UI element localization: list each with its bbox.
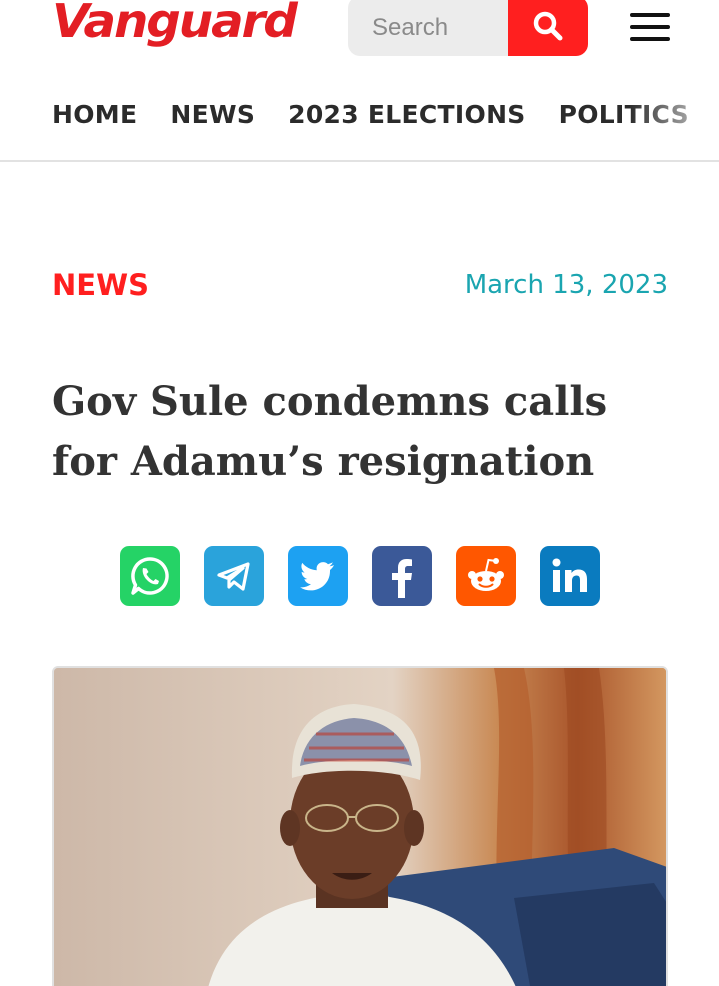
menu-line bbox=[630, 37, 670, 41]
search-input[interactable] bbox=[348, 0, 508, 56]
twitter-icon bbox=[300, 562, 334, 591]
hamburger-menu-icon[interactable] bbox=[630, 13, 670, 41]
share-buttons bbox=[120, 546, 624, 606]
telegram-icon bbox=[217, 562, 250, 591]
nav-item-2023-elections[interactable]: 2023 ELECTIONS bbox=[288, 100, 525, 129]
share-whatsapp-button[interactable] bbox=[120, 546, 180, 606]
article-date: March 13, 2023 bbox=[464, 270, 668, 300]
nav-scroll-fade bbox=[629, 100, 719, 140]
article-headline: Gov Sule condemns calls for Adamu’s resi… bbox=[52, 378, 608, 485]
menu-line bbox=[630, 25, 670, 29]
vanguard-logo[interactable]: Vanguard bbox=[52, 0, 298, 48]
article-category[interactable]: NEWS bbox=[52, 268, 149, 302]
article-photo-illustration bbox=[54, 668, 666, 986]
search-button[interactable] bbox=[508, 0, 588, 56]
share-facebook-button[interactable] bbox=[372, 546, 432, 606]
nav-divider bbox=[0, 160, 719, 162]
nav-item-home[interactable]: HOME bbox=[52, 100, 137, 129]
facebook-icon bbox=[392, 559, 412, 598]
share-twitter-button[interactable] bbox=[288, 546, 348, 606]
share-reddit-button[interactable] bbox=[456, 546, 516, 606]
nav-item-news[interactable]: NEWS bbox=[170, 100, 255, 129]
whatsapp-icon bbox=[131, 557, 169, 595]
article-image bbox=[52, 666, 668, 986]
search-icon bbox=[533, 11, 563, 41]
menu-line bbox=[630, 13, 670, 17]
search-bar bbox=[348, 0, 588, 56]
main-nav: HOME NEWS 2023 ELECTIONS POLITICS bbox=[52, 100, 719, 140]
share-linkedin-button[interactable] bbox=[540, 546, 600, 606]
share-telegram-button[interactable] bbox=[204, 546, 264, 606]
reddit-icon bbox=[468, 558, 504, 591]
linkedin-icon bbox=[552, 558, 587, 592]
